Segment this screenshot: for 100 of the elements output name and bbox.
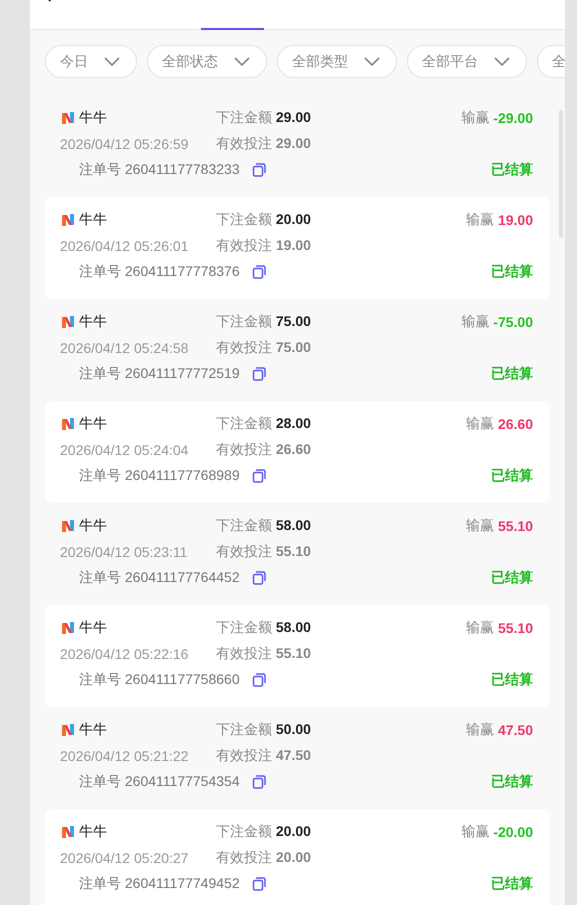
win-loss-amount: 26.60	[498, 416, 533, 432]
bet-amount-label: 下注金额	[216, 415, 272, 431]
game-name: 牛牛	[79, 415, 107, 433]
bet-time: 2026/04/12 05:24:04	[60, 442, 188, 458]
bet-amount: 20.00	[276, 823, 311, 839]
status-label: 已结算	[491, 773, 533, 791]
valid-bet-label: 有效投注	[216, 645, 272, 661]
bet-amount-label: 下注金额	[216, 721, 272, 737]
win-loss-amount: -20.00	[493, 824, 533, 840]
win-loss-amount: 55.10	[498, 518, 533, 534]
game-logo-icon	[60, 212, 76, 228]
filter-dropdown[interactable]: 全部状态	[147, 45, 267, 78]
valid-bet-amount: 55.10	[276, 645, 311, 661]
chevron-down-icon	[104, 56, 120, 66]
game-name: 牛牛	[79, 721, 107, 739]
bet-amount-label: 下注金额	[216, 823, 272, 839]
game-name: 牛牛	[79, 823, 107, 841]
bet-amount: 58.00	[276, 517, 311, 533]
order-number: 注单号 260411177754354	[79, 773, 240, 791]
win-loss-label: 输赢	[461, 313, 490, 331]
status-label: 已结算	[491, 671, 533, 689]
order-number: 注单号 260411177768989	[79, 467, 240, 485]
copy-icon[interactable]	[252, 265, 266, 279]
valid-bet-amount: 19.00	[276, 237, 311, 253]
win-loss-amount: 47.50	[498, 722, 533, 738]
valid-bet-label: 有效投注	[216, 849, 272, 865]
bet-amount: 29.00	[276, 109, 311, 125]
game-name: 牛牛	[79, 517, 107, 535]
valid-bet-label: 有效投注	[216, 135, 272, 151]
valid-bet-amount: 47.50	[276, 747, 311, 763]
order-number: 注单号 260411177772519	[79, 365, 240, 383]
chevron-down-icon	[494, 56, 510, 66]
bet-time: 2026/04/12 05:20:27	[60, 850, 188, 866]
game-logo-icon	[60, 416, 76, 432]
copy-icon[interactable]	[252, 367, 266, 381]
bet-time: 2026/04/12 05:26:59	[60, 136, 188, 152]
copy-icon[interactable]	[252, 163, 266, 177]
filter-dropdown[interactable]: 全部平台	[407, 45, 527, 78]
game-logo-icon	[60, 518, 76, 534]
status-label: 已结算	[491, 365, 533, 383]
order-number: 注单号 260411177783233	[79, 161, 240, 179]
game-logo-icon	[60, 110, 76, 126]
order-number: 注单号 260411177778376	[79, 263, 240, 281]
win-loss-amount: -29.00	[493, 110, 533, 126]
win-loss-amount: 55.10	[498, 620, 533, 636]
status-label: 已结算	[491, 467, 533, 485]
bet-amount: 75.00	[276, 313, 311, 329]
order-number: 注单号 260411177764452	[79, 569, 240, 587]
bet-amount-label: 下注金额	[216, 313, 272, 329]
bet-amount-label: 下注金额	[216, 109, 272, 125]
valid-bet-amount: 29.00	[276, 135, 311, 151]
copy-icon[interactable]	[252, 673, 266, 687]
bet-time: 2026/04/12 05:26:01	[60, 238, 188, 254]
game-name: 牛牛	[79, 313, 107, 331]
status-label: 已结算	[491, 875, 533, 893]
valid-bet-amount: 55.10	[276, 543, 311, 559]
win-loss-label: 输赢	[461, 109, 490, 127]
game-name: 牛牛	[79, 109, 107, 127]
win-loss-label: 输赢	[466, 517, 494, 535]
copy-icon[interactable]	[252, 571, 266, 585]
bet-time: 2026/04/12 05:21:22	[60, 748, 188, 764]
win-loss-amount: -75.00	[493, 314, 533, 330]
status-label: 已结算	[491, 569, 533, 587]
valid-bet-label: 有效投注	[216, 237, 272, 253]
bet-amount-label: 下注金额	[216, 517, 272, 533]
copy-icon[interactable]	[252, 877, 266, 891]
game-name: 牛牛	[79, 619, 107, 637]
valid-bet-label: 有效投注	[216, 747, 272, 763]
valid-bet-amount: 75.00	[276, 339, 311, 355]
game-logo-icon	[60, 620, 76, 636]
win-loss-amount: 19.00	[498, 212, 533, 228]
chevron-down-icon	[234, 56, 250, 66]
bet-time: 2026/04/12 05:24:58	[60, 340, 188, 356]
game-logo-icon	[60, 722, 76, 738]
filter-dropdown[interactable]: 今日	[45, 45, 137, 78]
win-loss-label: 输赢	[466, 415, 494, 433]
order-number: 注单号 260411177749452	[79, 875, 240, 893]
bet-amount: 28.00	[276, 415, 311, 431]
filter-dropdown[interactable]: 全部类型	[277, 45, 397, 78]
bet-time: 2026/04/12 05:23:11	[60, 544, 188, 560]
win-loss-label: 输赢	[461, 823, 490, 841]
order-number: 注单号 260411177758660	[79, 671, 240, 689]
bet-time: 2026/04/12 05:22:16	[60, 646, 188, 662]
bet-amount-label: 下注金额	[216, 211, 272, 227]
chevron-down-icon	[364, 56, 380, 66]
bet-amount: 50.00	[276, 721, 311, 737]
win-loss-label: 输赢	[466, 619, 494, 637]
win-loss-label: 输赢	[466, 211, 494, 229]
valid-bet-amount: 26.60	[276, 441, 311, 457]
win-loss-label: 输赢	[466, 721, 494, 739]
game-name: 牛牛	[79, 211, 107, 229]
valid-bet-label: 有效投注	[216, 543, 272, 559]
tab-indicator	[201, 28, 264, 30]
valid-bet-amount: 20.00	[276, 849, 311, 865]
game-logo-icon	[60, 314, 76, 330]
status-label: 已结算	[491, 161, 533, 179]
copy-icon[interactable]	[252, 469, 266, 483]
valid-bet-label: 有效投注	[216, 339, 272, 355]
bet-amount: 20.00	[276, 211, 311, 227]
copy-icon[interactable]	[252, 775, 266, 789]
